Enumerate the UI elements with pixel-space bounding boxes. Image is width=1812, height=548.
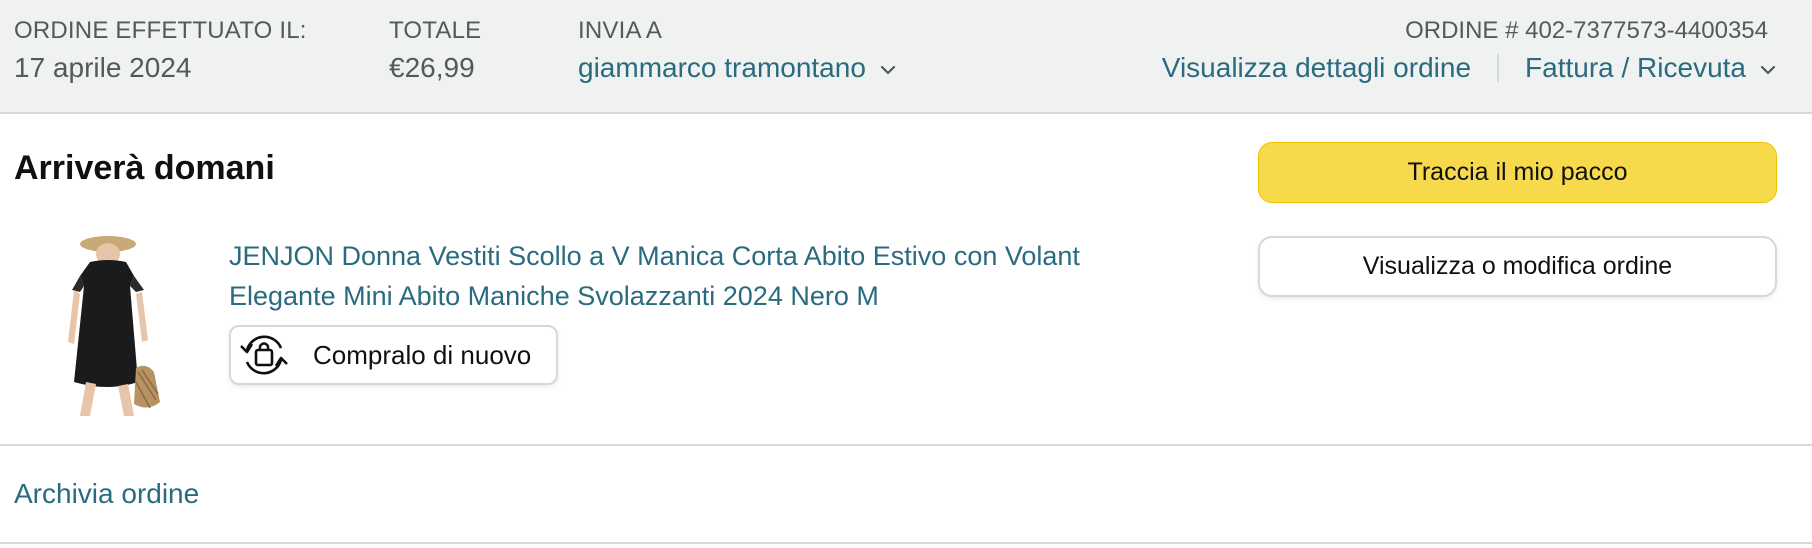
order-header-links: Visualizza dettagli ordine Fattura / Ric… (1162, 48, 1776, 88)
order-total-label: TOTALE (389, 17, 482, 44)
ship-to-dropdown[interactable]: giammarco tramontano (578, 48, 896, 88)
view-modify-order-button[interactable]: Visualizza o modifica ordine (1258, 236, 1777, 297)
section-divider (0, 444, 1812, 446)
invoice-dropdown[interactable]: Fattura / Ricevuta (1525, 52, 1776, 84)
product-image[interactable] (50, 232, 168, 416)
order-card: ORDINE EFFETTUATO IL: 17 aprile 2024 TOT… (0, 0, 1812, 548)
order-date-block: ORDINE EFFETTUATO IL: 17 aprile 2024 (14, 16, 307, 88)
order-total-value: €26,99 (389, 52, 475, 83)
bottom-divider (0, 542, 1812, 544)
ship-to-block: INVIA A giammarco tramontano (578, 16, 896, 88)
order-number: ORDINE # 402-7377573-4400354 (1405, 17, 1768, 44)
chevron-down-icon (1760, 65, 1776, 74)
archive-order-link[interactable]: Archivia ordine (14, 474, 199, 514)
buy-again-button[interactable]: Compralo di nuovo (229, 325, 558, 385)
ship-to-label: INVIA A (578, 17, 663, 44)
order-total-block: TOTALE €26,99 (389, 16, 481, 88)
delivery-status: Arriverà domani (14, 149, 275, 187)
view-order-details-link[interactable]: Visualizza dettagli ordine (1162, 52, 1471, 84)
link-separator (1497, 54, 1500, 82)
chevron-down-icon (880, 65, 896, 74)
track-package-button[interactable]: Traccia il mio pacco (1258, 142, 1777, 203)
ship-to-name: giammarco tramontano (578, 52, 866, 83)
order-header: ORDINE EFFETTUATO IL: 17 aprile 2024 TOT… (0, 0, 1812, 114)
order-date-label: ORDINE EFFETTUATO IL: (14, 17, 307, 44)
invoice-label: Fattura / Ricevuta (1525, 52, 1746, 83)
order-date-value: 17 aprile 2024 (14, 52, 192, 83)
buy-again-label: Compralo di nuovo (313, 339, 532, 370)
product-title-link[interactable]: JENJON Donna Vestiti Scollo a V Manica C… (229, 236, 1129, 316)
buy-again-icon (240, 335, 288, 375)
